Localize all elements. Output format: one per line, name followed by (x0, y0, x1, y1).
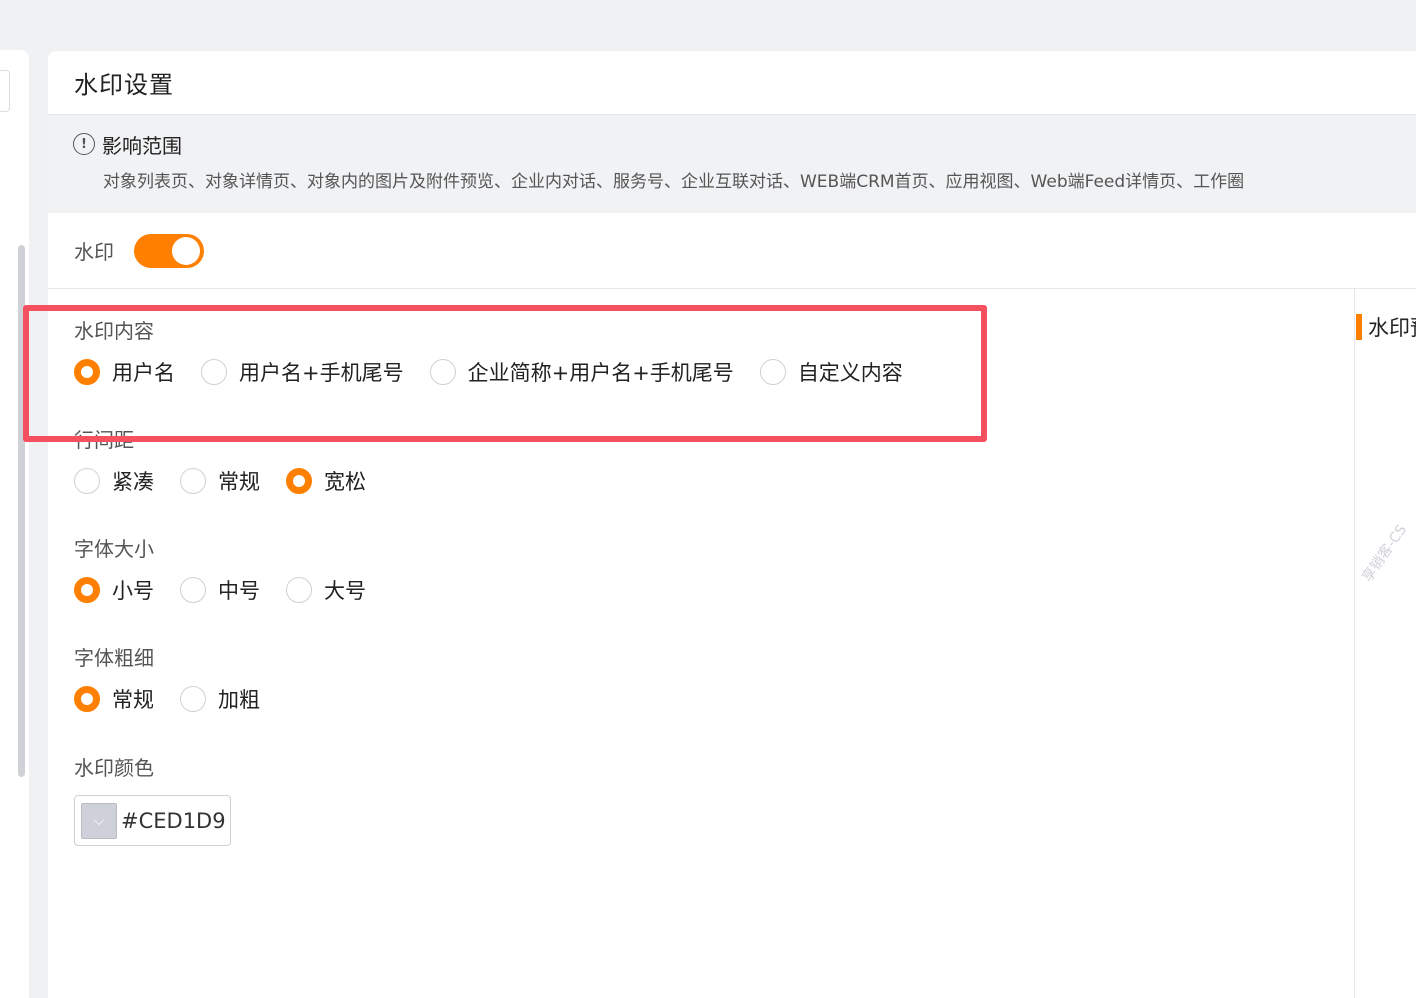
preview-title: 水印预览 (1356, 314, 1416, 340)
settings-form: 水印内容 用户名 用户名+手机尾号 企业简称+用户名+手机尾号 自定义内容 行间… (48, 288, 1354, 998)
left-panel-box[interactable] (0, 70, 10, 112)
content-option-username-phone[interactable]: 用户名+手机尾号 (201, 357, 404, 387)
radio-label: 常规 (112, 688, 154, 712)
font-weight-option-normal[interactable]: 常规 (74, 684, 154, 714)
page-title: 水印设置 (74, 71, 174, 99)
watermark-sample: 享销客-CS (1359, 522, 1411, 586)
radio-label: 中号 (218, 579, 260, 603)
color-swatch[interactable]: ⌵ (81, 802, 117, 839)
left-scrollbar[interactable] (18, 245, 25, 777)
line-spacing-option-loose[interactable]: 宽松 (286, 466, 366, 496)
radio-label: 用户名 (112, 361, 175, 385)
radio-label: 大号 (324, 579, 366, 603)
font-size-options: 小号 中号 大号 (74, 576, 392, 604)
watermark-toggle-label: 水印 (74, 240, 114, 264)
radio-checked-icon[interactable] (74, 686, 100, 712)
radio-label: 常规 (218, 470, 260, 494)
font-weight-options: 常规 加粗 (74, 685, 286, 713)
color-group: 水印颜色 ⌵ #CED1D9 (74, 755, 231, 846)
radio-icon[interactable] (180, 577, 206, 603)
font-weight-option-bold[interactable]: 加粗 (180, 684, 260, 714)
font-size-option-medium[interactable]: 中号 (180, 575, 260, 605)
main-panel: 水印设置 ! 影响范围 对象列表页、对象详情页、对象内的图片及附件预览、企业内对… (48, 51, 1416, 998)
left-panel (0, 50, 29, 998)
toggle-knob (172, 236, 200, 265)
radio-label: 宽松 (324, 470, 366, 494)
content-group: 水印内容 用户名 用户名+手机尾号 企业简称+用户名+手机尾号 自定义内容 (74, 318, 929, 386)
content-option-company-username-phone[interactable]: 企业简称+用户名+手机尾号 (429, 357, 734, 387)
color-picker[interactable]: ⌵ #CED1D9 (74, 795, 231, 846)
scope-section: ! 影响范围 对象列表页、对象详情页、对象内的图片及附件预览、企业内对话、服务号… (48, 115, 1416, 213)
content-option-username[interactable]: 用户名 (74, 357, 175, 387)
line-spacing-label: 行间距 (74, 428, 134, 452)
scope-title: 影响范围 (102, 133, 182, 158)
radio-icon[interactable] (286, 577, 312, 603)
watermark-toggle-row: 水印 (48, 213, 1416, 289)
radio-icon[interactable] (74, 468, 100, 494)
radio-label: 自定义内容 (797, 361, 903, 385)
font-size-option-large[interactable]: 大号 (286, 575, 366, 605)
title-bar: 水印设置 (48, 51, 1416, 115)
radio-checked-icon[interactable] (74, 359, 100, 385)
font-size-group: 字体大小 小号 中号 大号 (74, 536, 392, 604)
preview-panel: 水印预览 享销客-CS (1354, 288, 1416, 998)
chevron-down-icon: ⌵ (93, 812, 105, 829)
radio-icon[interactable] (429, 359, 456, 385)
radio-checked-icon[interactable] (74, 577, 100, 603)
radio-icon[interactable] (180, 686, 206, 712)
radio-label: 加粗 (218, 688, 260, 712)
line-spacing-group: 行间距 紧凑 常规 宽松 (74, 427, 392, 495)
scope-head: ! 影响范围 (73, 131, 1416, 158)
watermark-toggle[interactable] (134, 233, 204, 268)
font-weight-group: 字体粗细 常规 加粗 (74, 645, 286, 713)
radio-label: 企业简称+用户名+手机尾号 (467, 361, 734, 385)
info-icon: ! (73, 133, 95, 155)
content-options: 用户名 用户名+手机尾号 企业简称+用户名+手机尾号 自定义内容 (74, 358, 929, 386)
content-option-custom[interactable]: 自定义内容 (759, 357, 903, 387)
font-size-label: 字体大小 (74, 537, 154, 561)
radio-icon[interactable] (180, 468, 206, 494)
color-value: #CED1D9 (121, 808, 226, 833)
color-label: 水印颜色 (74, 756, 154, 780)
radio-label: 紧凑 (112, 470, 154, 494)
line-spacing-options: 紧凑 常规 宽松 (74, 467, 392, 495)
content-label: 水印内容 (74, 319, 154, 343)
line-spacing-option-normal[interactable]: 常规 (180, 466, 260, 496)
line-spacing-option-compact[interactable]: 紧凑 (74, 466, 154, 496)
radio-checked-icon[interactable] (286, 468, 312, 494)
scope-description: 对象列表页、对象详情页、对象内的图片及附件预览、企业内对话、服务号、企业互联对话… (103, 172, 1245, 192)
radio-label: 小号 (112, 579, 154, 603)
font-weight-label: 字体粗细 (74, 646, 154, 670)
radio-icon[interactable] (759, 359, 786, 385)
radio-icon[interactable] (201, 359, 227, 385)
radio-label: 用户名+手机尾号 (239, 361, 404, 385)
font-size-option-small[interactable]: 小号 (74, 575, 154, 605)
